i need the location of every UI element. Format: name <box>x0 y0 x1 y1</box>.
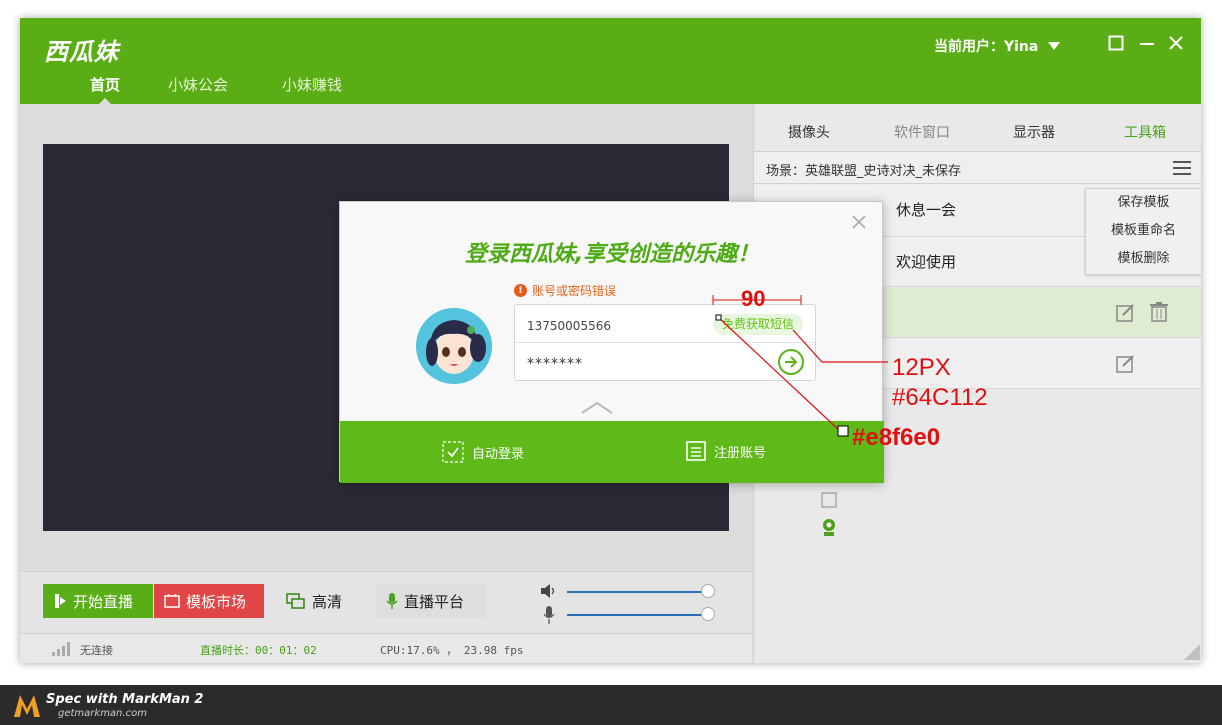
markman-url: getmarkman.com <box>58 708 147 719</box>
markman-bar: Spec with MarkMan 2 getmarkman.com <box>0 685 1222 725</box>
markman-logo-icon <box>14 695 40 717</box>
font-size-annotation: 12PX <box>892 354 951 381</box>
spec-overlay <box>712 295 888 437</box>
text-color-annotation: #64C112 <box>892 384 988 411</box>
width-annotation: 90 <box>741 286 766 311</box>
markman-brand: Spec with MarkMan 2 <box>46 692 204 707</box>
bg-color-annotation: #e8f6e0 <box>852 424 941 451</box>
